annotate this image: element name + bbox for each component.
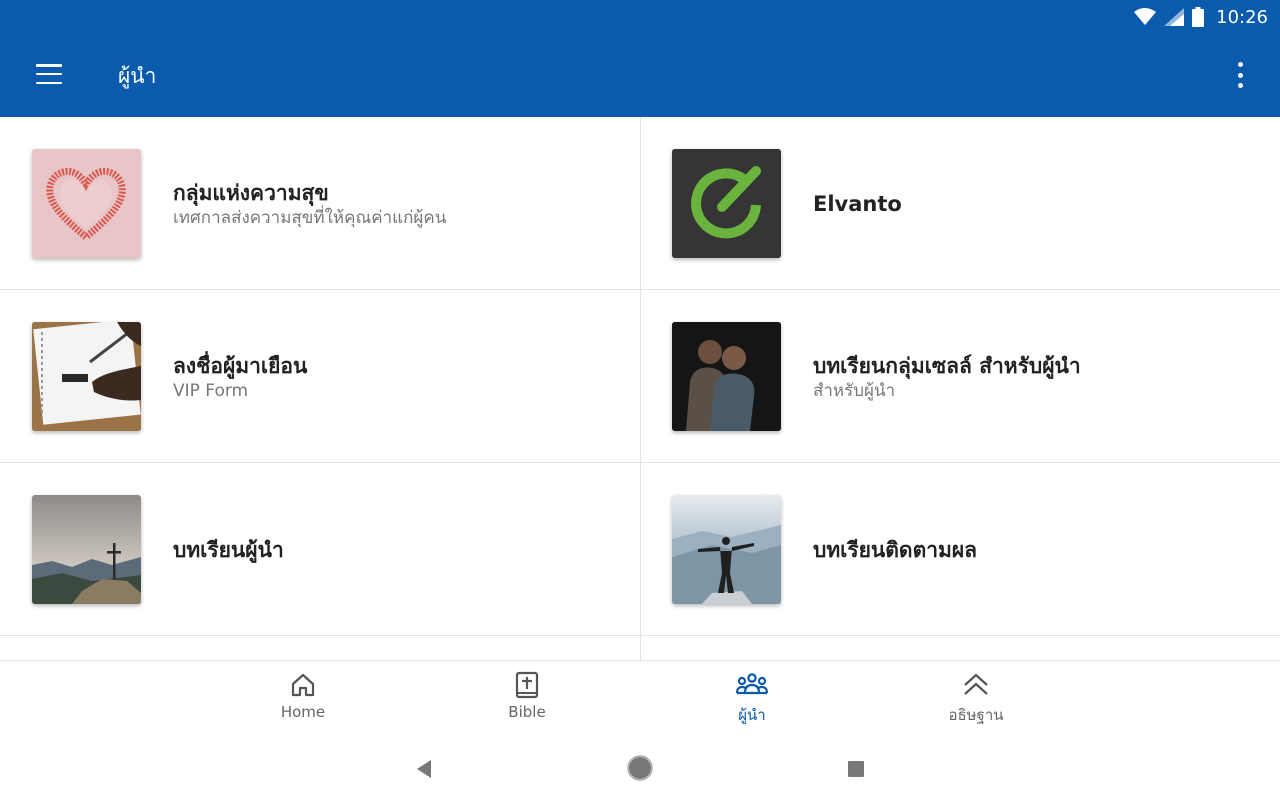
cross-icon bbox=[32, 495, 141, 604]
list-item-follow-up-lessons[interactable]: บทเรียนติดตามผล bbox=[640, 463, 1280, 636]
back-icon[interactable] bbox=[414, 758, 434, 780]
item-subtitle: สำหรับผู้นำ bbox=[813, 380, 896, 401]
item-texts: ลงชื่อผู้มาเยือน VIP Form bbox=[173, 290, 307, 463]
item-title: บทเรียนกลุ่มเซลล์ สำหรับผู้นำ bbox=[813, 353, 1081, 378]
elvanto-check-icon bbox=[672, 149, 781, 258]
nav-home[interactable]: Home bbox=[243, 671, 363, 731]
leader-items-grid: กลุ่มแห่งความสุข เทศกาลส่งความสุขที่ให้ค… bbox=[0, 117, 1280, 660]
notebook-writing-icon bbox=[32, 322, 141, 431]
double-chevron-up-icon bbox=[964, 673, 988, 695]
item-title: ลงชื่อผู้มาเยือน bbox=[173, 353, 308, 378]
recents-icon[interactable] bbox=[847, 760, 865, 778]
person-mountain-thumbnail bbox=[672, 495, 781, 604]
cell-signal-icon bbox=[1164, 8, 1185, 26]
nav-home-label: Home bbox=[280, 703, 326, 721]
heart-thumbnail bbox=[32, 149, 141, 258]
notebook-thumbnail bbox=[32, 322, 141, 431]
app-bar: 10:26 ผู้นำ bbox=[0, 0, 1280, 117]
item-texts: บทเรียนกลุ่มเซลล์ สำหรับผู้นำ สำหรับผู้น… bbox=[813, 290, 1081, 463]
group-icon bbox=[735, 673, 769, 695]
nav-leader[interactable]: ผู้นำ bbox=[692, 671, 812, 731]
item-texts: บทเรียนผู้นำ bbox=[173, 463, 284, 636]
home-circle-icon[interactable] bbox=[627, 755, 653, 781]
list-item-elvanto[interactable]: Elvanto bbox=[640, 117, 1280, 290]
list-item-visitor-signup[interactable]: ลงชื่อผู้มาเยือน VIP Form bbox=[0, 290, 640, 463]
status-bar: 10:26 bbox=[1134, 0, 1280, 34]
item-subtitle: เทศกาลส่งความสุขที่ให้คุณค่าแก่ผู้คน bbox=[173, 207, 447, 228]
more-vert-icon bbox=[1237, 62, 1243, 67]
nav-bible[interactable]: Bible bbox=[467, 671, 587, 731]
bottom-navigation: Home Bible ผู้นำ อธิษฐาน bbox=[0, 660, 1280, 740]
item-title: บทเรียนติดตามผล bbox=[813, 537, 978, 562]
item-title: Elvanto bbox=[813, 191, 902, 216]
menu-button[interactable] bbox=[36, 64, 62, 84]
item-texts: กลุ่มแห่งความสุข เทศกาลส่งความสุขที่ให้ค… bbox=[173, 117, 446, 290]
system-navigation-bar bbox=[0, 740, 1280, 800]
people-icon bbox=[672, 322, 781, 431]
heart-icon bbox=[32, 149, 141, 258]
home-icon bbox=[291, 673, 315, 697]
battery-icon bbox=[1192, 7, 1205, 27]
nav-prayer-label: อธิษฐาน bbox=[948, 706, 1004, 724]
list-item-cell-group-lessons[interactable]: บทเรียนกลุ่มเซลล์ สำหรับผู้นำ สำหรับผู้น… bbox=[640, 290, 1280, 463]
item-title: กลุ่มแห่งความสุข bbox=[173, 180, 329, 205]
clock: 10:26 bbox=[1216, 6, 1268, 28]
page-title: ผู้นำ bbox=[118, 64, 157, 88]
list-item-leader-lessons[interactable]: บทเรียนผู้นำ bbox=[0, 463, 640, 636]
item-texts: Elvanto bbox=[813, 117, 902, 290]
cross-landscape-thumbnail bbox=[32, 495, 141, 604]
elvanto-logo bbox=[672, 149, 781, 258]
item-title: บทเรียนผู้นำ bbox=[173, 537, 284, 562]
list-item-happy-group[interactable]: กลุ่มแห่งความสุข เทศกาลส่งความสุขที่ให้ค… bbox=[0, 117, 640, 290]
item-subtitle: VIP Form bbox=[173, 380, 249, 401]
overflow-menu-button[interactable] bbox=[1234, 62, 1246, 88]
people-praying-thumbnail bbox=[672, 322, 781, 431]
nav-leader-label: ผู้นำ bbox=[738, 706, 766, 724]
nav-bible-label: Bible bbox=[508, 703, 546, 721]
person-on-cliff-icon bbox=[672, 495, 781, 604]
item-texts: บทเรียนติดตามผล bbox=[813, 463, 977, 636]
hamburger-icon bbox=[36, 64, 62, 67]
bible-icon bbox=[515, 671, 539, 699]
wifi-icon bbox=[1134, 8, 1157, 25]
nav-prayer[interactable]: อธิษฐาน bbox=[916, 671, 1036, 731]
